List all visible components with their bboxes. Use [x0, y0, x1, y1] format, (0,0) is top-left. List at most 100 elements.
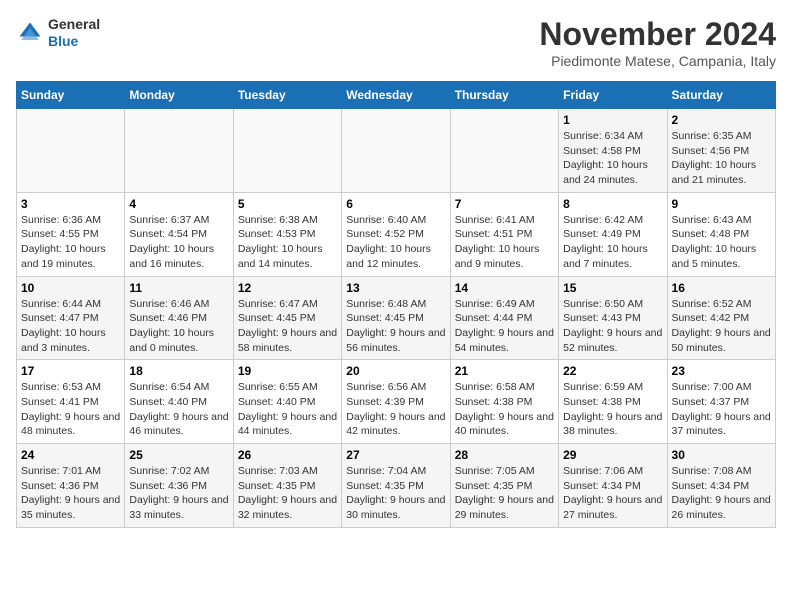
calendar-cell: 15 Sunrise: 6:50 AMSunset: 4:43 PMDayligh… — [559, 276, 667, 360]
day-number: 16 — [672, 281, 771, 295]
day-number: 6 — [346, 197, 445, 211]
calendar-cell: 1Sunrise: 6:34 AMSunset: 4:58 PMDaylight… — [559, 109, 667, 193]
title-area: November 2024 Piedimonte Matese, Campani… — [539, 16, 776, 69]
day-info: Sunrise: 6:54 AMSunset: 4:40 PMDaylight:… — [129, 380, 228, 439]
day-info: Sunrise: 6:36 AMSunset: 4:55 PMDaylight:… — [21, 213, 120, 272]
day-number: 9 — [672, 197, 771, 211]
day-number: 28 — [455, 448, 554, 462]
calendar-cell: 9 Sunrise: 6:43 AMSunset: 4:48 PMDaylight… — [667, 192, 775, 276]
calendar-cell — [125, 109, 233, 193]
calendar-cell: 2 Sunrise: 6:35 AMSunset: 4:56 PMDaylight… — [667, 109, 775, 193]
day-number: 7 — [455, 197, 554, 211]
day-info: Sunrise: 7:05 AMSunset: 4:35 PMDaylight:… — [455, 464, 554, 523]
header: General Blue November 2024 Piedimonte Ma… — [16, 16, 776, 69]
day-info: Sunrise: 6:40 AMSunset: 4:52 PMDaylight:… — [346, 213, 445, 272]
calendar-cell: 24 Sunrise: 7:01 AMSunset: 4:36 PMDayligh… — [17, 444, 125, 528]
day-number: 4 — [129, 197, 228, 211]
calendar-cell: 26Sunrise: 7:03 AMSunset: 4:35 PMDayligh… — [233, 444, 341, 528]
calendar-cell: 12 Sunrise: 6:47 AMSunset: 4:45 PMDayligh… — [233, 276, 341, 360]
day-number: 8 — [563, 197, 662, 211]
calendar-cell: 3Sunrise: 6:36 AMSunset: 4:55 PMDaylight… — [17, 192, 125, 276]
day-info: Sunrise: 6:55 AMSunset: 4:40 PMDaylight:… — [238, 380, 337, 439]
calendar-cell: 13 Sunrise: 6:48 AMSunset: 4:45 PMDayligh… — [342, 276, 450, 360]
day-info: Sunrise: 6:35 AMSunset: 4:56 PMDaylight:… — [672, 129, 771, 188]
weekday-row: SundayMondayTuesdayWednesdayThursdayFrid… — [17, 82, 776, 109]
calendar-cell: 20Sunrise: 6:56 AMSunset: 4:39 PMDayligh… — [342, 360, 450, 444]
day-number: 2 — [672, 113, 771, 127]
day-info: Sunrise: 6:42 AMSunset: 4:49 PMDaylight:… — [563, 213, 662, 272]
calendar-cell — [233, 109, 341, 193]
calendar-week: 24 Sunrise: 7:01 AMSunset: 4:36 PMDayligh… — [17, 444, 776, 528]
calendar-cell: 6 Sunrise: 6:40 AMSunset: 4:52 PMDaylight… — [342, 192, 450, 276]
calendar-header: SundayMondayTuesdayWednesdayThursdayFrid… — [17, 82, 776, 109]
calendar-week: 17Sunrise: 6:53 AMSunset: 4:41 PMDayligh… — [17, 360, 776, 444]
day-number: 26 — [238, 448, 337, 462]
day-info: Sunrise: 6:37 AMSunset: 4:54 PMDaylight:… — [129, 213, 228, 272]
day-number: 30 — [672, 448, 771, 462]
calendar-cell — [17, 109, 125, 193]
calendar-cell — [342, 109, 450, 193]
day-number: 18 — [129, 364, 228, 378]
calendar: SundayMondayTuesdayWednesdayThursdayFrid… — [16, 81, 776, 528]
logo-general: General — [48, 16, 100, 33]
day-number: 13 — [346, 281, 445, 295]
day-number: 24 — [21, 448, 120, 462]
calendar-cell: 5 Sunrise: 6:38 AMSunset: 4:53 PMDaylight… — [233, 192, 341, 276]
calendar-cell: 22 Sunrise: 6:59 AMSunset: 4:38 PMDayligh… — [559, 360, 667, 444]
day-info: Sunrise: 7:01 AMSunset: 4:36 PMDaylight:… — [21, 464, 120, 523]
logo-blue: Blue — [48, 33, 100, 50]
calendar-cell: 25 Sunrise: 7:02 AMSunset: 4:36 PMDayligh… — [125, 444, 233, 528]
day-info: Sunrise: 6:48 AMSunset: 4:45 PMDaylight:… — [346, 297, 445, 356]
day-info: Sunrise: 6:59 AMSunset: 4:38 PMDaylight:… — [563, 380, 662, 439]
month-title: November 2024 — [539, 16, 776, 53]
day-info: Sunrise: 7:02 AMSunset: 4:36 PMDaylight:… — [129, 464, 228, 523]
day-info: Sunrise: 6:47 AMSunset: 4:45 PMDaylight:… — [238, 297, 337, 356]
day-info: Sunrise: 7:06 AMSunset: 4:34 PMDaylight:… — [563, 464, 662, 523]
day-number: 5 — [238, 197, 337, 211]
calendar-cell: 10Sunrise: 6:44 AMSunset: 4:47 PMDayligh… — [17, 276, 125, 360]
day-number: 19 — [238, 364, 337, 378]
day-info: Sunrise: 7:04 AMSunset: 4:35 PMDaylight:… — [346, 464, 445, 523]
day-number: 12 — [238, 281, 337, 295]
day-number: 21 — [455, 364, 554, 378]
calendar-body: 1Sunrise: 6:34 AMSunset: 4:58 PMDaylight… — [17, 109, 776, 528]
calendar-cell: 14Sunrise: 6:49 AMSunset: 4:44 PMDayligh… — [450, 276, 558, 360]
day-number: 25 — [129, 448, 228, 462]
day-info: Sunrise: 6:43 AMSunset: 4:48 PMDaylight:… — [672, 213, 771, 272]
calendar-cell — [450, 109, 558, 193]
logo-icon — [16, 19, 44, 47]
location: Piedimonte Matese, Campania, Italy — [539, 53, 776, 69]
calendar-cell: 21 Sunrise: 6:58 AMSunset: 4:38 PMDayligh… — [450, 360, 558, 444]
calendar-cell: 29 Sunrise: 7:06 AMSunset: 4:34 PMDayligh… — [559, 444, 667, 528]
day-info: Sunrise: 6:52 AMSunset: 4:42 PMDaylight:… — [672, 297, 771, 356]
calendar-cell: 30Sunrise: 7:08 AMSunset: 4:34 PMDayligh… — [667, 444, 775, 528]
calendar-cell: 28 Sunrise: 7:05 AMSunset: 4:35 PMDayligh… — [450, 444, 558, 528]
day-info: Sunrise: 6:58 AMSunset: 4:38 PMDaylight:… — [455, 380, 554, 439]
day-number: 15 — [563, 281, 662, 295]
weekday-header: Sunday — [17, 82, 125, 109]
day-info: Sunrise: 6:34 AMSunset: 4:58 PMDaylight:… — [563, 129, 662, 188]
day-number: 22 — [563, 364, 662, 378]
calendar-cell: 19 Sunrise: 6:55 AMSunset: 4:40 PMDayligh… — [233, 360, 341, 444]
day-info: Sunrise: 6:38 AMSunset: 4:53 PMDaylight:… — [238, 213, 337, 272]
calendar-cell: 27 Sunrise: 7:04 AMSunset: 4:35 PMDayligh… — [342, 444, 450, 528]
calendar-cell: 17Sunrise: 6:53 AMSunset: 4:41 PMDayligh… — [17, 360, 125, 444]
day-number: 23 — [672, 364, 771, 378]
weekday-header: Wednesday — [342, 82, 450, 109]
day-number: 29 — [563, 448, 662, 462]
weekday-header: Friday — [559, 82, 667, 109]
calendar-cell: 11Sunrise: 6:46 AMSunset: 4:46 PMDayligh… — [125, 276, 233, 360]
day-info: Sunrise: 6:53 AMSunset: 4:41 PMDaylight:… — [21, 380, 120, 439]
day-info: Sunrise: 6:56 AMSunset: 4:39 PMDaylight:… — [346, 380, 445, 439]
day-info: Sunrise: 7:00 AMSunset: 4:37 PMDaylight:… — [672, 380, 771, 439]
calendar-week: 10Sunrise: 6:44 AMSunset: 4:47 PMDayligh… — [17, 276, 776, 360]
day-number: 10 — [21, 281, 120, 295]
calendar-cell: 18 Sunrise: 6:54 AMSunset: 4:40 PMDayligh… — [125, 360, 233, 444]
weekday-header: Monday — [125, 82, 233, 109]
calendar-cell: 7Sunrise: 6:41 AMSunset: 4:51 PMDaylight… — [450, 192, 558, 276]
day-info: Sunrise: 6:49 AMSunset: 4:44 PMDaylight:… — [455, 297, 554, 356]
logo: General Blue — [16, 16, 100, 50]
day-info: Sunrise: 6:50 AMSunset: 4:43 PMDaylight:… — [563, 297, 662, 356]
day-number: 27 — [346, 448, 445, 462]
logo-text: General Blue — [48, 16, 100, 50]
